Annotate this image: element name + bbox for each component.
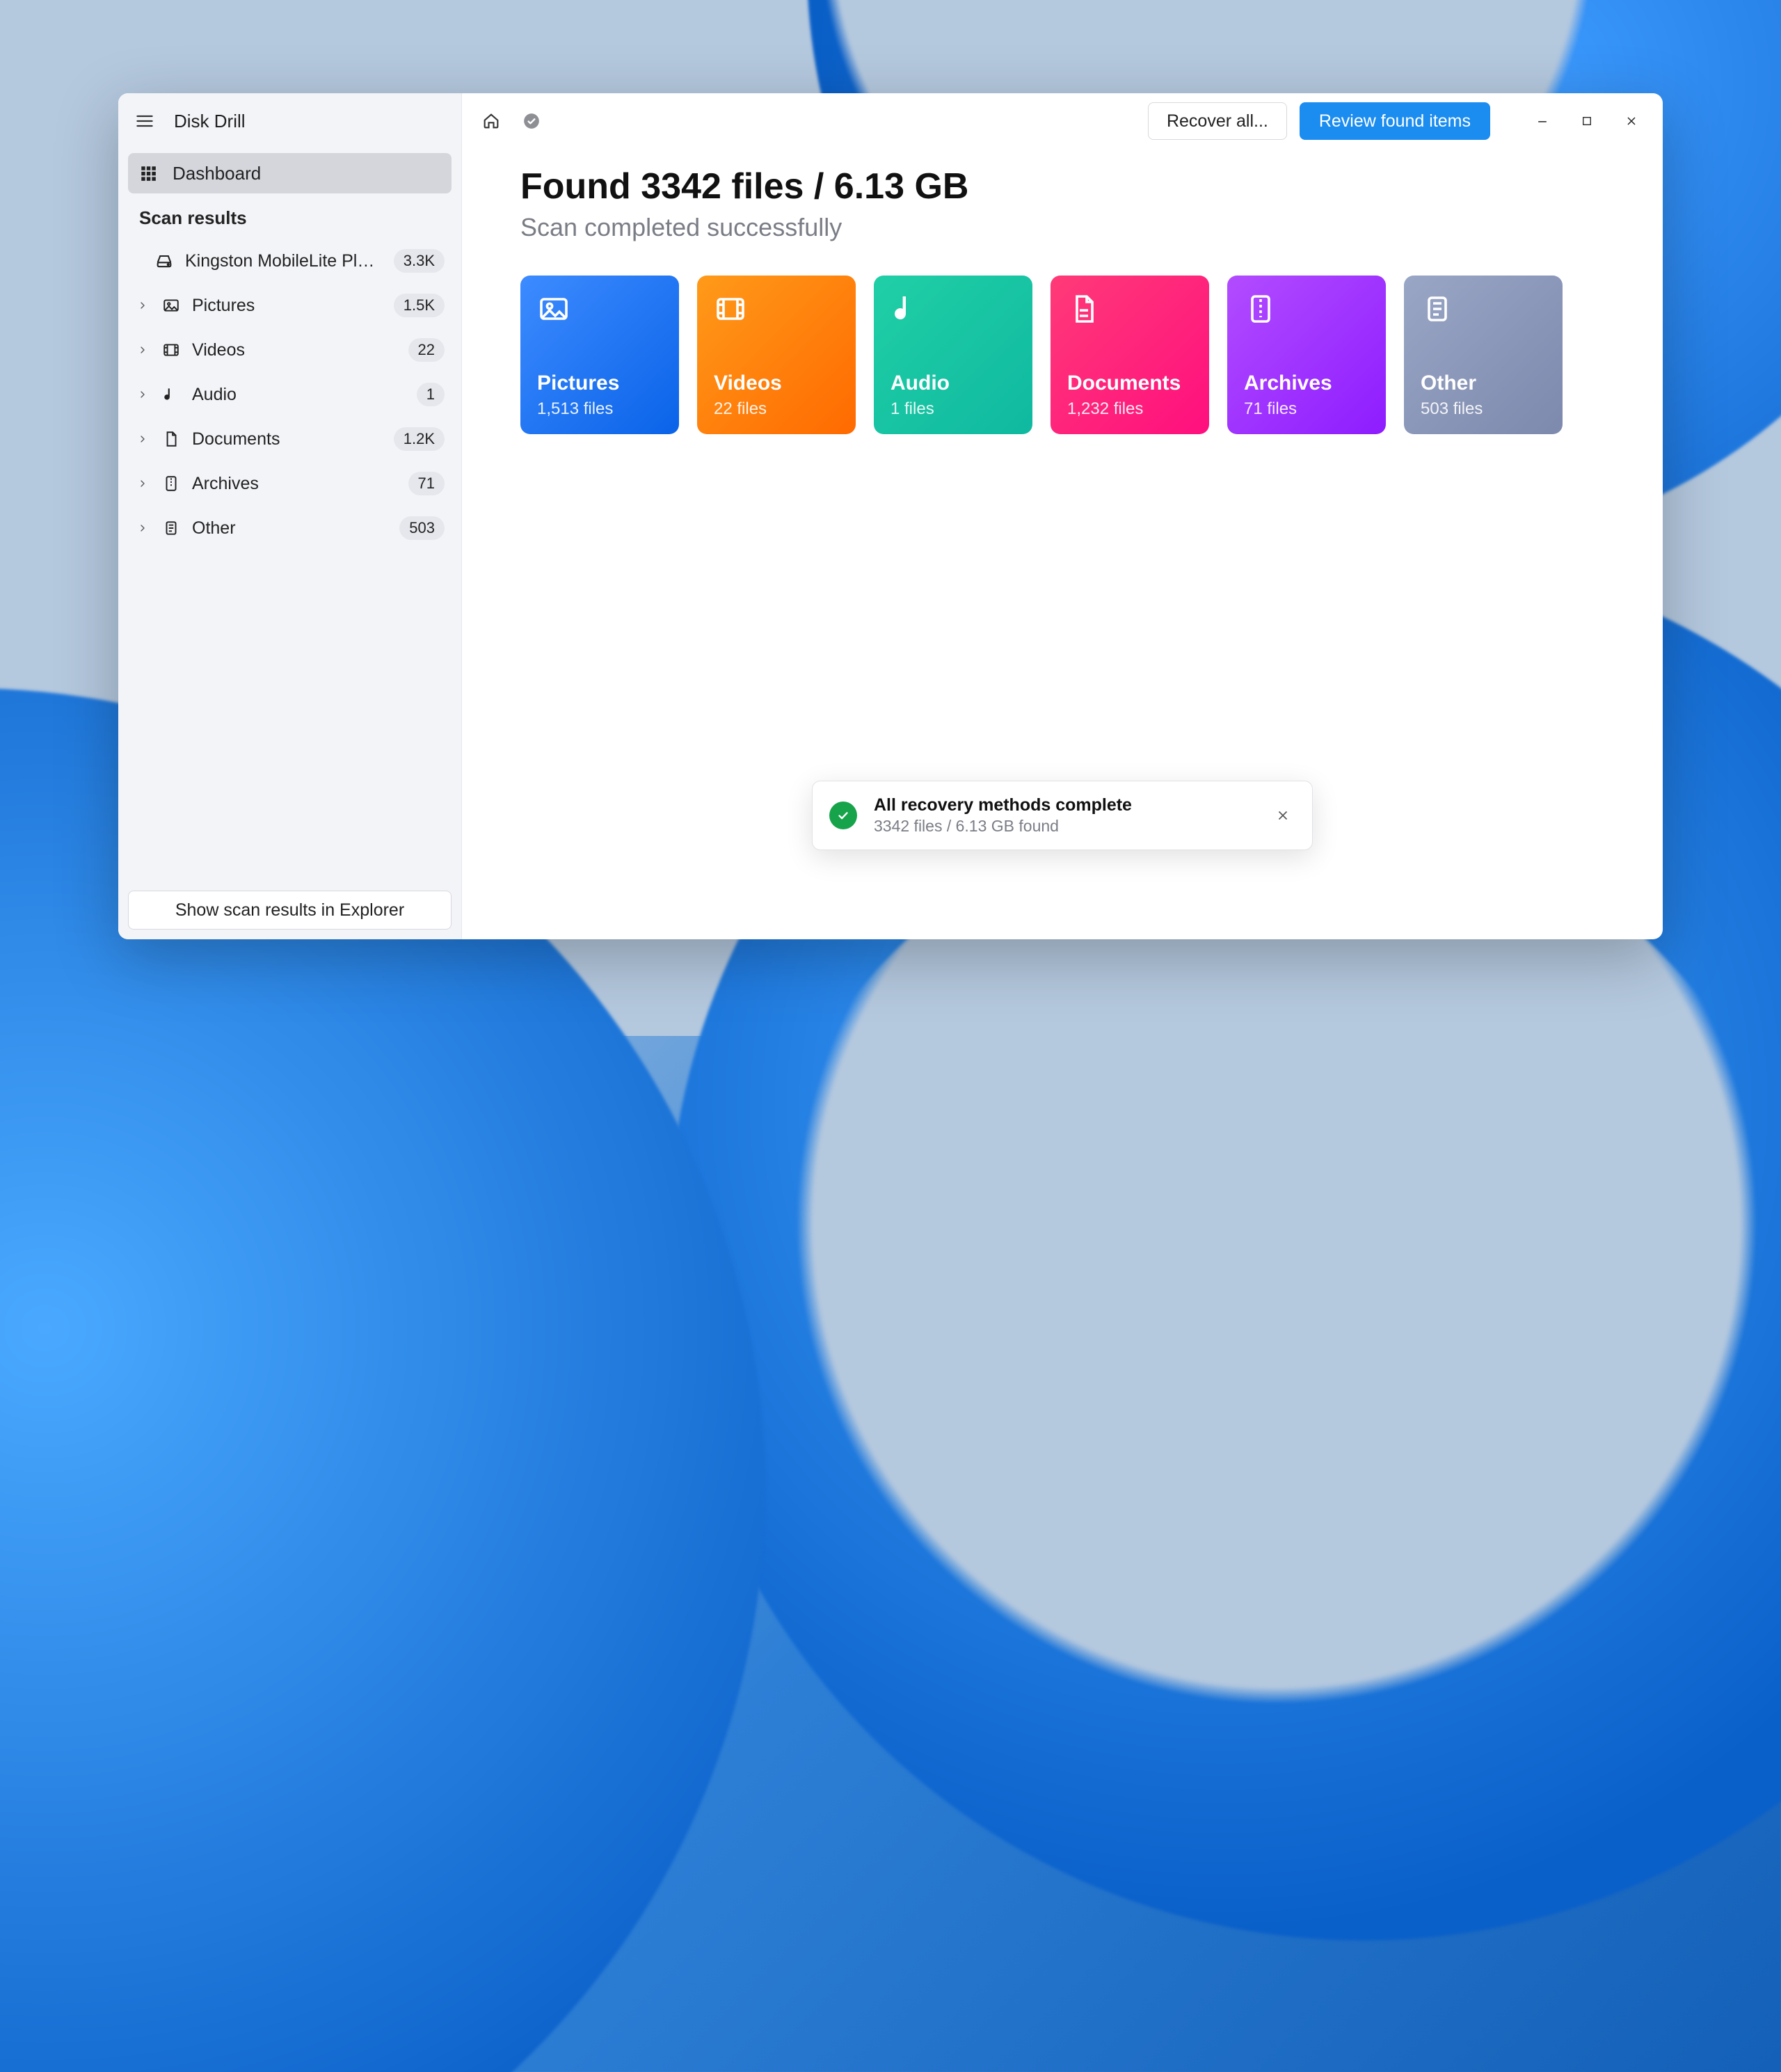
sidebar-item-badge: 503 bbox=[399, 516, 445, 540]
chevron-right-icon bbox=[135, 389, 150, 400]
window-maximize-button[interactable] bbox=[1571, 105, 1603, 137]
sidebar-item-label: Videos bbox=[192, 340, 399, 360]
sidebar-device-row[interactable]: Kingston MobileLite Plu… 3.3K bbox=[128, 239, 452, 283]
video-icon bbox=[160, 341, 182, 359]
card-sub: 71 files bbox=[1244, 399, 1369, 419]
card-title: Videos bbox=[714, 372, 839, 395]
sidebar-item-audio[interactable]: Audio 1 bbox=[128, 372, 452, 417]
sidebar-item-pictures[interactable]: Pictures 1.5K bbox=[128, 283, 452, 328]
toast-title: All recovery methods complete bbox=[874, 795, 1254, 815]
check-circle-icon bbox=[522, 112, 541, 130]
card-sub: 22 files bbox=[714, 399, 839, 419]
sidebar-item-videos[interactable]: Videos 22 bbox=[128, 328, 452, 372]
hamburger-menu-button[interactable] bbox=[131, 107, 159, 135]
toolbar: Recover all... Review found items bbox=[462, 93, 1663, 149]
sidebar-item-label: Documents bbox=[192, 429, 384, 449]
hamburger-icon bbox=[135, 111, 154, 131]
button-label: Recover all... bbox=[1167, 111, 1268, 132]
sidebar-item-label: Other bbox=[192, 518, 390, 539]
window-close-button[interactable] bbox=[1615, 105, 1647, 137]
sidebar-item-badge: 71 bbox=[408, 472, 445, 495]
card-documents[interactable]: Documents 1,232 files bbox=[1051, 276, 1209, 434]
card-sub: 1,232 files bbox=[1067, 399, 1192, 419]
success-check-icon bbox=[829, 802, 857, 829]
sidebar-item-badge: 1.5K bbox=[394, 294, 445, 317]
audio-icon bbox=[890, 292, 1016, 334]
other-icon bbox=[160, 519, 182, 537]
sidebar-item-label: Audio bbox=[192, 385, 407, 405]
chevron-right-icon bbox=[135, 523, 150, 534]
sidebar-item-archives[interactable]: Archives 71 bbox=[128, 461, 452, 506]
toast-close-button[interactable] bbox=[1270, 803, 1295, 828]
headline: Found 3342 files / 6.13 GB bbox=[520, 166, 1604, 207]
card-audio[interactable]: Audio 1 files bbox=[874, 276, 1032, 434]
sidebar-item-label: Archives bbox=[192, 474, 399, 494]
card-videos[interactable]: Videos 22 files bbox=[697, 276, 856, 434]
chevron-right-icon bbox=[135, 433, 150, 445]
sidebar-item-label: Pictures bbox=[192, 296, 384, 316]
card-sub: 503 files bbox=[1421, 399, 1546, 419]
sidebar-header: Disk Drill bbox=[118, 93, 461, 149]
subheadline: Scan completed successfully bbox=[520, 213, 1604, 242]
drive-icon bbox=[153, 251, 175, 271]
grid-icon bbox=[139, 164, 157, 182]
home-button[interactable] bbox=[477, 107, 505, 135]
card-sub: 1 files bbox=[890, 399, 1016, 419]
recover-all-button[interactable]: Recover all... bbox=[1148, 102, 1287, 140]
sidebar-item-badge: 1.2K bbox=[394, 427, 445, 451]
document-icon bbox=[1067, 292, 1192, 334]
sidebar-section-title: Scan results bbox=[118, 198, 461, 239]
card-archives[interactable]: Archives 71 files bbox=[1227, 276, 1386, 434]
card-pictures[interactable]: Pictures 1,513 files bbox=[520, 276, 679, 434]
document-icon bbox=[160, 430, 182, 448]
minimize-icon bbox=[1535, 114, 1549, 128]
card-other[interactable]: Other 503 files bbox=[1404, 276, 1563, 434]
video-icon bbox=[714, 292, 839, 334]
card-title: Audio bbox=[890, 372, 1016, 395]
close-icon bbox=[1624, 114, 1638, 128]
chevron-right-icon bbox=[135, 344, 150, 356]
card-sub: 1,513 files bbox=[537, 399, 662, 419]
card-title: Documents bbox=[1067, 372, 1192, 395]
home-icon bbox=[481, 111, 501, 131]
chevron-right-icon bbox=[135, 478, 150, 489]
card-title: Archives bbox=[1244, 372, 1369, 395]
button-label: Review found items bbox=[1319, 111, 1471, 132]
sidebar-item-badge: 1 bbox=[417, 383, 445, 406]
audio-icon bbox=[160, 385, 182, 404]
chevron-right-icon bbox=[135, 300, 150, 311]
card-title: Other bbox=[1421, 372, 1546, 395]
sidebar-item-other[interactable]: Other 503 bbox=[128, 506, 452, 550]
show-in-explorer-button[interactable]: Show scan results in Explorer bbox=[128, 891, 452, 930]
sidebar-device-label: Kingston MobileLite Plu… bbox=[185, 251, 384, 271]
sidebar: Disk Drill Dashboard Scan results Kingst… bbox=[118, 93, 462, 939]
sidebar-item-documents[interactable]: Documents 1.2K bbox=[128, 417, 452, 461]
content: Found 3342 files / 6.13 GB Scan complete… bbox=[462, 149, 1663, 434]
nav-item-label: Dashboard bbox=[173, 163, 261, 184]
picture-icon bbox=[537, 292, 662, 334]
other-icon bbox=[1421, 292, 1546, 334]
archive-icon bbox=[1244, 292, 1369, 334]
window-minimize-button[interactable] bbox=[1526, 105, 1558, 137]
sidebar-device-badge: 3.3K bbox=[394, 249, 445, 273]
picture-icon bbox=[160, 296, 182, 314]
sidebar-tree: Kingston MobileLite Plu… 3.3K Pictures 1… bbox=[118, 239, 461, 550]
toast-subtitle: 3342 files / 6.13 GB found bbox=[874, 817, 1254, 836]
close-icon bbox=[1275, 808, 1291, 823]
status-check-button[interactable] bbox=[518, 107, 545, 135]
nav-item-dashboard[interactable]: Dashboard bbox=[128, 153, 452, 193]
app-window: Disk Drill Dashboard Scan results Kingst… bbox=[118, 93, 1663, 939]
card-title: Pictures bbox=[537, 372, 662, 395]
app-title: Disk Drill bbox=[174, 111, 246, 132]
maximize-icon bbox=[1581, 115, 1593, 127]
archive-icon bbox=[160, 475, 182, 493]
review-found-items-button[interactable]: Review found items bbox=[1300, 102, 1490, 140]
card-row: Pictures 1,513 files Videos 22 files Aud… bbox=[520, 276, 1604, 434]
toast-notification: All recovery methods complete 3342 files… bbox=[812, 781, 1313, 850]
sidebar-item-badge: 22 bbox=[408, 338, 445, 362]
button-label: Show scan results in Explorer bbox=[175, 900, 404, 921]
main-pane: Recover all... Review found items Found … bbox=[462, 93, 1663, 939]
